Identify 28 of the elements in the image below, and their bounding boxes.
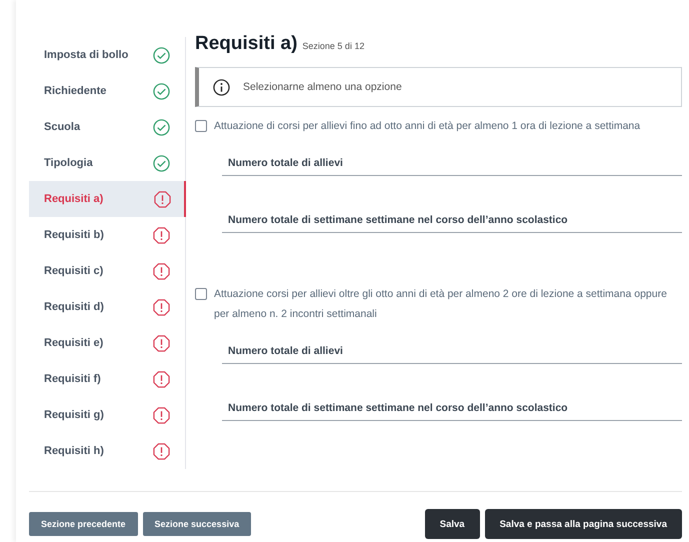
nav-button[interactable]: Sezione precedente [29, 512, 138, 536]
sidebar-item[interactable]: Requisiti b) [29, 217, 185, 253]
sidebar-item[interactable]: Requisiti g) [29, 397, 185, 433]
sidebar-item[interactable]: Imposta di bollo [29, 37, 185, 73]
sidebar-item[interactable]: Tipologia [29, 145, 185, 181]
info-icon [213, 78, 230, 96]
sidebar-item[interactable]: Richiedente [29, 73, 185, 109]
sidebar-item[interactable]: Requisiti c) [29, 253, 185, 289]
input-field[interactable]: Numero totale di settimane settimane nel corso dell’anno scolastico [222, 402, 682, 421]
sidebar-item[interactable]: Requisiti d) [29, 289, 185, 325]
save-button[interactable]: Salva [424, 509, 480, 539]
checkbox[interactable] [195, 120, 207, 132]
sidebar-item[interactable]: Requisiti h) [29, 433, 185, 469]
nav-button[interactable]: Sezione successiva [142, 512, 252, 536]
notice-text: Selezionarne almeno una opzione [243, 81, 402, 93]
option-label: Attuazione corsi per allievi oltre gli otto anni di età per almeno 2 ore di lezione a settimana oppure per almeno n. 2 incontri settimanali [214, 287, 668, 322]
input-field[interactable]: Numero totale di allievi [222, 157, 682, 176]
input-field[interactable]: Numero totale di allievi [222, 345, 682, 364]
checkbox[interactable] [195, 288, 207, 300]
section-title: Requisiti a) [195, 33, 298, 55]
section-counter: Sezione 5 di 12 [302, 41, 364, 51]
sidebar-item[interactable]: Requisiti f) [29, 361, 185, 397]
option-label: Attuazione di corsi per allievi fino ad otto anni di età per almeno 1 ora di lezione a settimana [214, 119, 640, 134]
sidebar-item[interactable]: Requisiti e) [29, 325, 185, 361]
save-button[interactable]: Salva e passa alla pagina successiva [484, 509, 682, 539]
sidebar-item[interactable]: Requisiti a) [29, 181, 186, 217]
sidebar-item[interactable]: Scuola [29, 109, 185, 145]
input-field[interactable]: Numero totale di settimane settimane nel corso dell’anno scolastico [222, 214, 682, 233]
